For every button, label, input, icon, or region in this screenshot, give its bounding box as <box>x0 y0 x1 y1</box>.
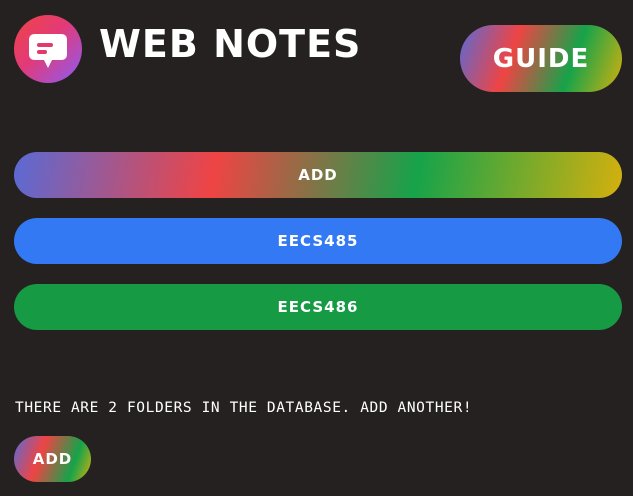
app-logo <box>14 15 82 83</box>
guide-button[interactable]: GUIDE <box>460 25 622 92</box>
add-folder-button[interactable]: ADD <box>14 152 622 198</box>
folder-count-status: THERE ARE 2 FOLDERS IN THE DATABASE. ADD… <box>15 400 473 416</box>
folder-eecs485-button[interactable]: EECS485 <box>14 218 622 264</box>
app-title: WEB NOTES <box>99 22 362 66</box>
add-another-button[interactable]: ADD <box>14 436 91 482</box>
chat-bubble-icon <box>29 34 67 68</box>
folder-eecs486-button[interactable]: EECS486 <box>14 284 622 330</box>
